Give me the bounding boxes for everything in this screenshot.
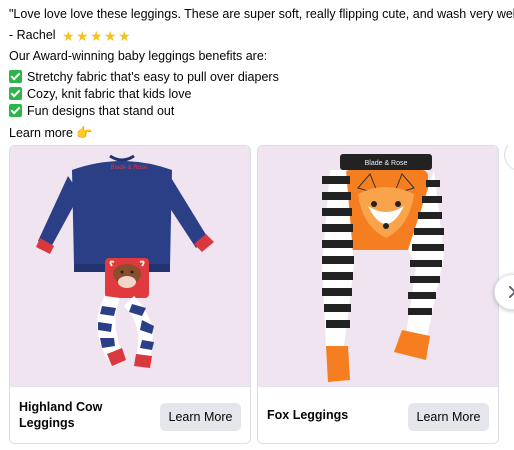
chevron-right-icon <box>509 286 514 298</box>
post-body: "Love love love these leggings. These ar… <box>9 6 514 142</box>
star-icon: ★ <box>118 28 131 44</box>
star-icon: ★ <box>104 28 117 44</box>
ad-post: "Love love love these leggings. These ar… <box>0 0 514 450</box>
carousel-card[interactable]: Blade & Rose <box>9 145 251 444</box>
learn-more-button[interactable]: Learn More <box>408 403 489 431</box>
brand-label: Blade & Rose <box>365 160 408 167</box>
next-card-peek <box>504 145 514 171</box>
check-mark-icon <box>9 87 22 100</box>
learn-more-button[interactable]: Learn More <box>160 403 241 431</box>
product-image-fox[interactable]: Blade & Rose <box>258 146 498 386</box>
product-image-highland-cow[interactable]: Blade & Rose <box>10 146 250 386</box>
star-icon: ★ <box>76 28 89 44</box>
product-carousel: Blade & Rose Highland Cow Leggings Learn… <box>9 145 514 445</box>
highland-cow-leggings-image: Blade & Rose <box>10 146 250 386</box>
check-mark-icon <box>9 70 22 83</box>
benefit-item: Stretchy fabric that's easy to pull over… <box>9 69 509 86</box>
card-title[interactable]: Highland Cow Leggings <box>19 399 139 431</box>
brand-label: Blade & Rose <box>111 165 148 171</box>
benefits-intro: Our Award-winning baby leggings benefits… <box>9 49 268 63</box>
review-quote: "Love love love these leggings. These ar… <box>9 7 514 21</box>
learn-more-text: Learn more 👉 <box>9 125 93 140</box>
card-footer: Highland Cow Leggings Learn More <box>10 386 250 443</box>
check-mark-icon <box>9 104 22 117</box>
star-icon: ★ <box>62 28 75 44</box>
benefit-item: Fun designs that stand out <box>9 103 509 120</box>
fox-leggings-image: Blade & Rose <box>258 146 498 386</box>
card-title[interactable]: Fox Leggings <box>267 407 387 423</box>
carousel-card[interactable]: Blade & Rose <box>257 145 499 444</box>
review-author-line: - Rachel ★ ★ ★ ★ ★ <box>9 27 509 44</box>
star-icon: ★ <box>90 28 103 44</box>
pointing-hand-icon: 👉 <box>75 125 93 140</box>
review-author: - Rachel <box>9 28 56 42</box>
rating-stars: ★ ★ ★ ★ ★ <box>62 29 132 43</box>
benefit-item: Cozy, knit fabric that kids love <box>9 86 509 103</box>
card-footer: Fox Leggings Learn More <box>258 386 498 443</box>
